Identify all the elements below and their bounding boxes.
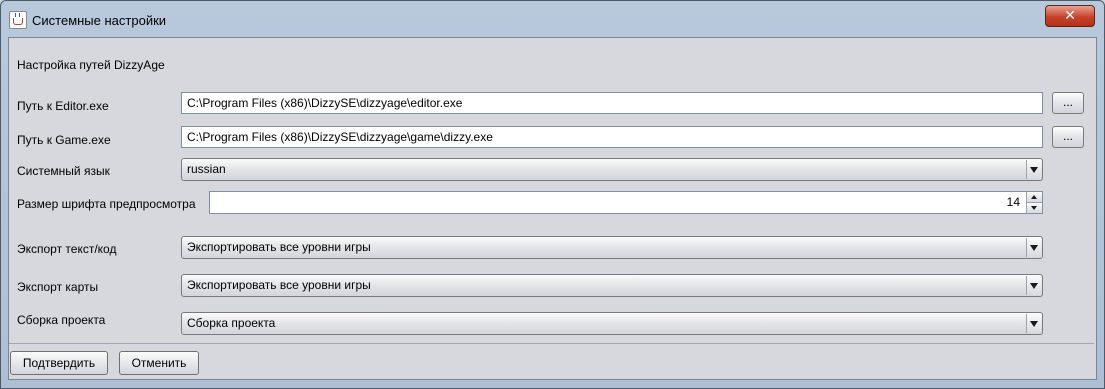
- project-build-label: Сборка проекта: [17, 313, 106, 327]
- settings-window: Системные настройки ✕ Настройка путей Di…: [0, 0, 1105, 389]
- system-language-select[interactable]: russian: [181, 158, 1043, 181]
- dialog-content: Настройка путей DizzyAge Путь к Editor.e…: [8, 37, 1097, 380]
- project-build-value: Сборка проекта: [187, 316, 276, 330]
- export-map-select[interactable]: Экспортировать все уровни игры: [181, 274, 1043, 297]
- button-bar-divider: [9, 343, 1094, 344]
- game-path-label: Путь к Game.exe: [17, 133, 111, 147]
- title-bar[interactable]: Системные настройки ✕: [1, 1, 1104, 37]
- chevron-down-icon[interactable]: [1026, 276, 1041, 295]
- system-language-label: Системный язык: [17, 164, 110, 178]
- spin-down-icon[interactable]: [1026, 203, 1042, 213]
- cancel-button[interactable]: Отменить: [119, 351, 199, 375]
- java-cup-icon: [9, 11, 27, 29]
- export-text-select[interactable]: Экспортировать все уровни игры: [181, 236, 1043, 259]
- game-path-field[interactable]: C:\Program Files (x86)\DizzySE\dizzyage\…: [181, 126, 1043, 148]
- settings-form: Настройка путей DizzyAge Путь к Editor.e…: [9, 38, 1094, 343]
- export-map-label: Экспорт карты: [17, 280, 99, 294]
- chevron-down-icon[interactable]: [1026, 160, 1041, 179]
- preview-font-size-spinner[interactable]: 14: [209, 191, 1043, 214]
- chevron-down-icon[interactable]: [1026, 314, 1041, 333]
- window-title: Системные настройки: [32, 13, 167, 28]
- chevron-down-icon[interactable]: [1026, 238, 1041, 257]
- export-map-value: Экспортировать все уровни игры: [187, 278, 371, 292]
- editor-path-label: Путь к Editor.exe: [17, 99, 109, 113]
- editor-path-field[interactable]: C:\Program Files (x86)\DizzySE\dizzyage\…: [181, 92, 1043, 114]
- game-browse-button[interactable]: ...: [1052, 126, 1084, 148]
- section-title: Настройка путей DizzyAge: [17, 58, 165, 72]
- spin-up-icon[interactable]: [1026, 192, 1042, 203]
- project-build-select[interactable]: Сборка проекта: [181, 312, 1043, 335]
- preview-font-size-value: 14: [1006, 195, 1020, 209]
- editor-browse-button[interactable]: ...: [1052, 92, 1084, 114]
- close-icon[interactable]: ✕: [1045, 5, 1095, 27]
- export-text-label: Экспорт текст/код: [17, 242, 117, 256]
- system-language-value: russian: [187, 162, 226, 176]
- confirm-button[interactable]: Подтвердить: [10, 351, 108, 375]
- export-text-value: Экспортировать все уровни игры: [187, 240, 371, 254]
- preview-font-size-label: Размер шрифта предпросмотра: [17, 197, 196, 211]
